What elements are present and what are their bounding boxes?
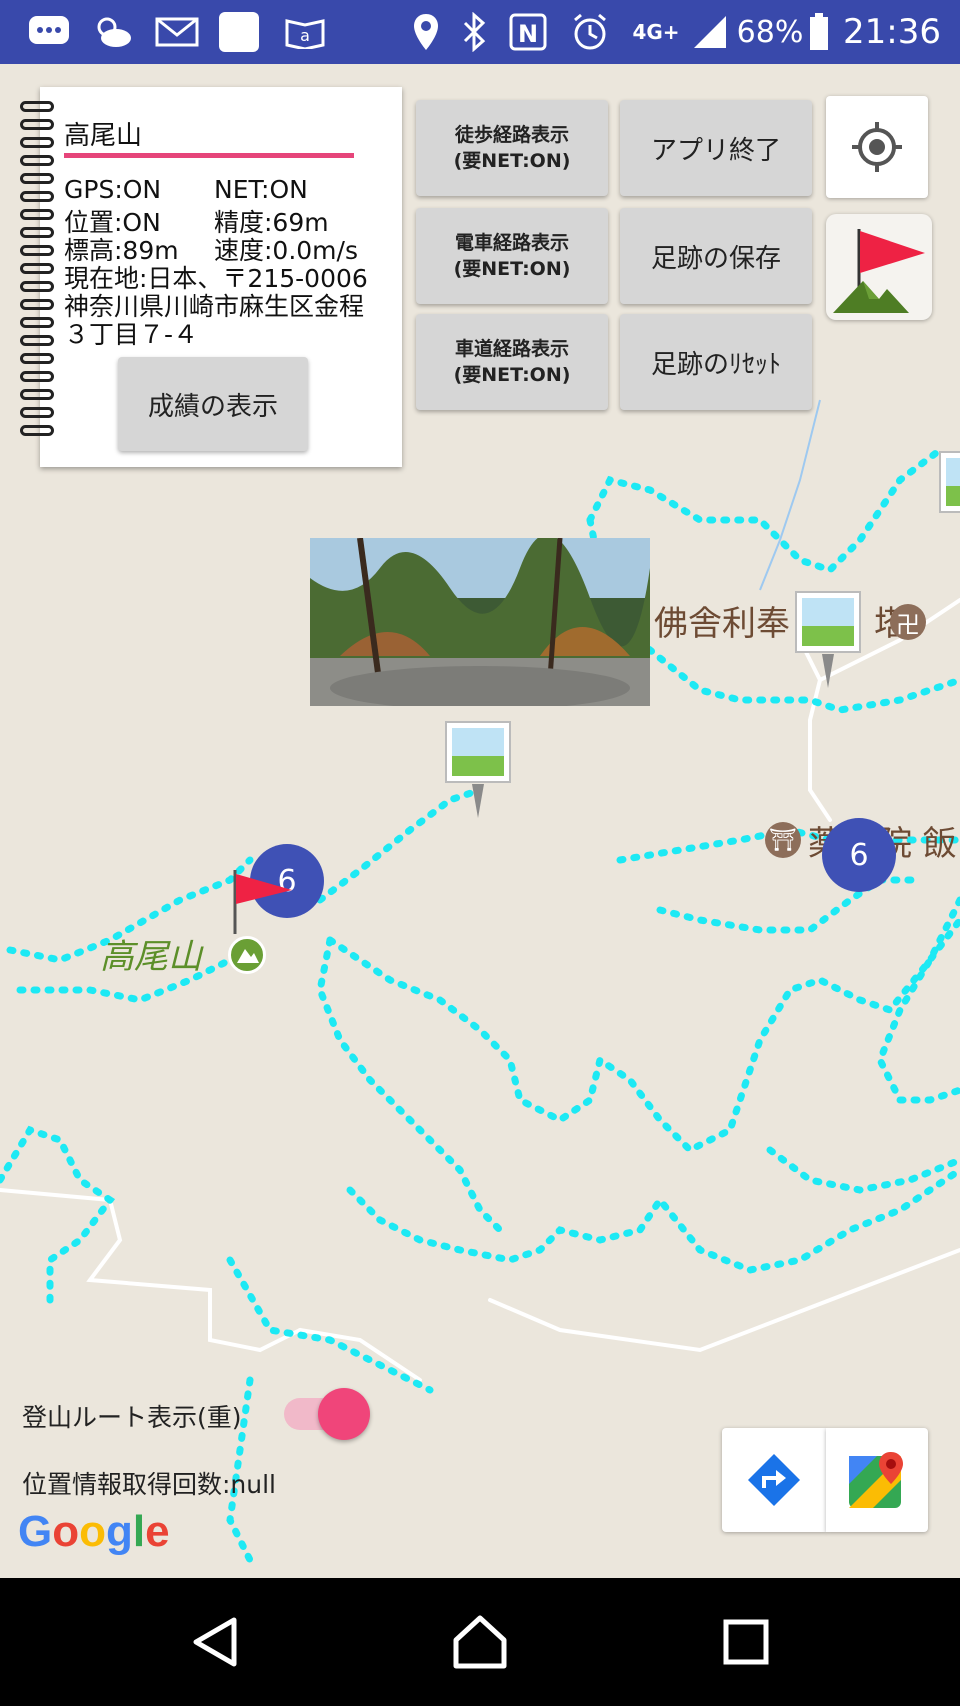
binder-ring — [20, 173, 54, 184]
temple-icon: 卍 — [890, 604, 926, 640]
binder-ring — [20, 227, 54, 238]
home-icon — [453, 1615, 507, 1669]
show-score-button[interactable]: 成績の表示 — [118, 357, 308, 451]
photo-marker[interactable] — [938, 444, 960, 528]
directions-icon — [748, 1454, 800, 1506]
route-toggle-label: 登山ルート表示(重) — [22, 1403, 242, 1432]
binder-ring — [20, 209, 54, 220]
temple-label: 佛舎利奉塔 — [654, 604, 908, 644]
network-type-icon: 4G+ — [632, 20, 680, 44]
battery-icon — [806, 0, 832, 64]
binder-ring — [20, 335, 54, 346]
binder-ring — [20, 425, 54, 436]
flag-marker[interactable] — [230, 868, 300, 942]
crosshair-icon — [852, 122, 902, 172]
shrine-icon: ⛩ — [765, 822, 801, 858]
photo-marker[interactable] — [792, 584, 864, 698]
nfc-icon: N — [506, 0, 550, 64]
battery-percent: 68% — [736, 14, 804, 50]
button-sublabel: (要NET:ON) — [453, 258, 571, 280]
toggle-thumb[interactable] — [318, 1388, 370, 1440]
binder-ring — [20, 371, 54, 382]
button-sublabel: (要NET:ON) — [453, 150, 571, 172]
mail-icon — [154, 0, 200, 64]
net-status: NET:ON — [214, 175, 308, 204]
train-route-button[interactable]: 電車経路表示 (要NET:ON) — [416, 208, 608, 304]
place-title: 高尾山 — [64, 121, 143, 151]
summit-flag-button[interactable] — [826, 214, 932, 320]
signal-icon — [690, 0, 730, 64]
mountain-label: 高尾山 — [100, 937, 202, 977]
recents-button[interactable] — [686, 1578, 806, 1706]
binder-ring — [20, 389, 54, 400]
book-icon: a — [282, 0, 328, 64]
google-maps-button[interactable] — [826, 1428, 928, 1532]
marker-cluster[interactable]: 6 — [822, 818, 896, 892]
info-panel: 高尾山 GPS:ON NET:ON 位置:ON 精度:69m 標高:89m 速度… — [20, 87, 402, 467]
title-underline — [64, 153, 354, 158]
binder-ring — [20, 407, 54, 418]
exit-app-button[interactable]: アプリ終了 — [620, 100, 812, 196]
navigation-bar — [0, 1578, 960, 1706]
button-label: 車道経路表示 — [454, 338, 569, 360]
mountain-flag-icon — [833, 229, 925, 313]
alarm-icon — [568, 0, 612, 64]
chat-icon — [26, 0, 72, 64]
my-location-button[interactable] — [826, 96, 928, 198]
google-maps-icon — [849, 1452, 903, 1508]
binder-ring — [20, 317, 54, 328]
route-toggle[interactable] — [284, 1388, 370, 1440]
app-icon — [216, 0, 262, 64]
binder-ring — [20, 353, 54, 364]
binder-ring — [20, 263, 54, 274]
recents-icon — [723, 1619, 769, 1665]
save-footprints-button[interactable]: 足跡の保存 — [620, 208, 812, 304]
google-logo: Google — [18, 1507, 170, 1556]
photo-marker[interactable] — [442, 714, 514, 828]
binder-ring — [20, 119, 54, 130]
clock: 21:36 — [843, 12, 941, 52]
gps-status: GPS:ON — [64, 175, 162, 204]
button-sublabel: (要NET:ON) — [453, 364, 571, 386]
binder-ring — [20, 137, 54, 148]
binder-ring — [20, 191, 54, 202]
back-icon — [193, 1617, 237, 1667]
button-label: 電車経路表示 — [454, 232, 569, 254]
directions-button[interactable] — [722, 1428, 826, 1532]
home-button[interactable] — [420, 1578, 540, 1706]
binder-ring — [20, 245, 54, 256]
binder-ring — [20, 155, 54, 166]
svg-text:N: N — [518, 20, 538, 48]
status-bar: a N 4G+ 68% 21:36 — [0, 0, 960, 64]
address-line: ３丁目７-４ — [64, 320, 199, 349]
svg-text:a: a — [300, 26, 310, 45]
binder-ring — [20, 281, 54, 292]
car-route-button[interactable]: 車道経路表示 (要NET:ON) — [416, 314, 608, 410]
location-pin-icon — [408, 0, 444, 64]
back-button[interactable] — [156, 1578, 276, 1706]
weather-icon — [90, 0, 136, 64]
location-count: 位置情報取得回数:null — [22, 1470, 277, 1499]
panorama-thumbnail[interactable] — [310, 538, 650, 706]
walk-route-button[interactable]: 徒歩経路表示 (要NET:ON) — [416, 100, 608, 196]
binder-ring — [20, 299, 54, 310]
reset-footprints-button[interactable]: 足跡のﾘｾｯﾄ — [620, 314, 812, 410]
bluetooth-icon — [456, 0, 492, 64]
button-label: 徒歩経路表示 — [454, 124, 569, 146]
binder-ring — [20, 101, 54, 112]
